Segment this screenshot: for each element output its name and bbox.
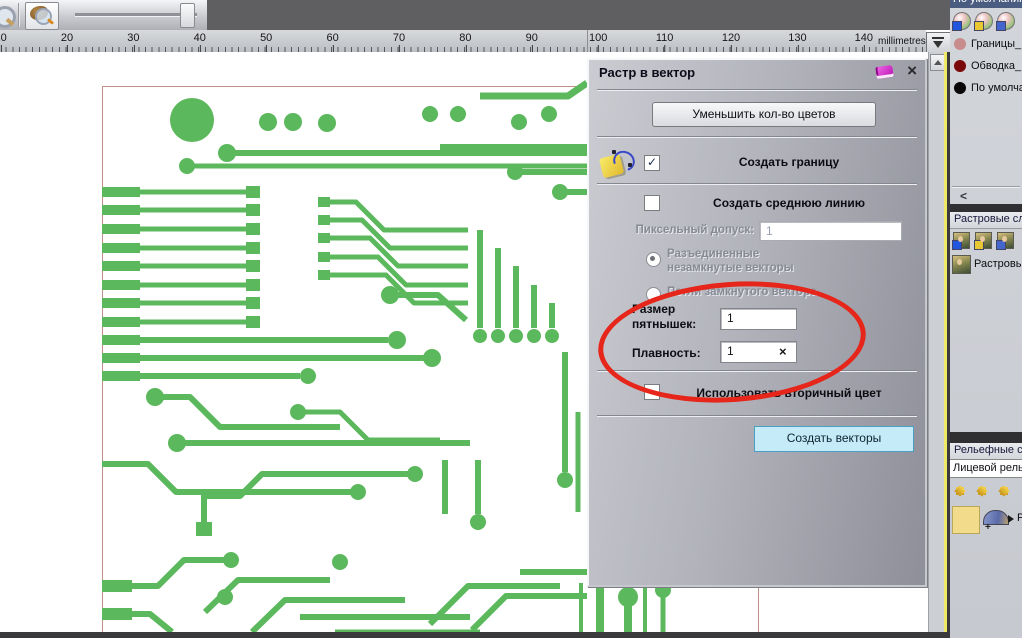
- create-boundary-checkbox[interactable]: ✓: [644, 155, 660, 171]
- vector-layer-row[interactable]: Обводка_: [950, 56, 1022, 77]
- chevron-up-icon: [934, 60, 942, 65]
- collapse-panel-button[interactable]: <: [960, 189, 967, 203]
- radio-disjoint-label-line1: Разъединенные: [667, 248, 760, 260]
- create-boundary-icon: [598, 147, 639, 181]
- vector-layer-toolbar: [950, 10, 1022, 32]
- chevron-down-icon: [933, 41, 943, 48]
- ruler-tick-label: 70: [392, 32, 406, 52]
- plus-badge-icon: [952, 21, 962, 31]
- raster-layers-header: Растровые сл: [950, 212, 1022, 229]
- close-icon[interactable]: ×: [907, 61, 917, 81]
- pixel-tolerance-label: Пиксельный допуск:: [635, 224, 755, 236]
- raster-layers-title: Растровые сл: [954, 213, 1022, 225]
- ruler-tick-label: 90: [525, 32, 538, 52]
- yellow-badge-icon: [974, 240, 984, 250]
- layer-color-dot: [954, 60, 966, 72]
- create-centerline-checkbox[interactable]: [644, 195, 660, 211]
- relief-layer-row[interactable]: + Р: [950, 506, 1022, 536]
- toolbar-separator: [18, 3, 20, 27]
- layer-label: Границы_: [971, 38, 1022, 50]
- raster-layer-tool-icon[interactable]: [996, 232, 1014, 250]
- plus-badge-icon: [952, 240, 962, 250]
- toolbar-empty-area: [207, 0, 950, 30]
- layer-color-dot: [954, 82, 966, 94]
- raster-thumbnail-icon: [952, 255, 971, 274]
- ruler-tick-label: 10: [0, 32, 7, 52]
- new-vector-layer-icon[interactable]: [952, 12, 971, 31]
- separator: [597, 89, 917, 91]
- active-layer-label: По умолчанию: [953, 0, 1022, 5]
- plus-icon: +: [985, 522, 991, 533]
- toolbar: [0, 0, 207, 31]
- ruler-tick-label: 110: [655, 32, 674, 52]
- separator: [597, 183, 917, 185]
- ruler-unit-label: millimetres: [878, 36, 926, 47]
- relief-layer-up-icon[interactable]: [976, 485, 988, 497]
- relief-layer-tool-icon[interactable]: [998, 485, 1010, 497]
- ruler-options-button[interactable]: [926, 32, 951, 53]
- panel-divider: [952, 186, 1020, 188]
- relief-layers-header: Рельефные с: [950, 443, 1022, 460]
- vector-layer-row[interactable]: Границы_: [950, 34, 1022, 55]
- new-relief-layer-icon[interactable]: [954, 485, 966, 497]
- dialog-title: Растр в вектор: [599, 65, 696, 80]
- relief-set-selector[interactable]: Лицевой рель: [950, 459, 1022, 478]
- layer-color-dot: [954, 38, 966, 50]
- help-book-icon[interactable]: [875, 64, 894, 80]
- ruler-tick-label: 100: [589, 32, 608, 52]
- vector-layer-tool-icon[interactable]: [996, 12, 1015, 31]
- vector-layer-row[interactable]: По умолча: [950, 78, 1022, 99]
- raster-layer-toolbar: [950, 230, 1022, 252]
- panel-dark-band: [950, 432, 1022, 443]
- ruler-position-mark: [587, 30, 588, 52]
- layer-label: Обводка_: [971, 60, 1022, 72]
- right-side-panels: По умолчанию Границы_ Обводка_ По умолча…: [950, 0, 1022, 638]
- radio-disjoint-open-vectors: [646, 252, 661, 267]
- pixel-tolerance-input: 1: [759, 221, 902, 241]
- relief-color-swatch[interactable]: [952, 506, 980, 534]
- blue-badge-icon: [996, 240, 1006, 250]
- create-centerline-label: Создать среднюю линию: [713, 196, 865, 210]
- zoom-slider-handle[interactable]: [180, 3, 195, 28]
- separator: [597, 415, 917, 417]
- relief-layer-label: Р: [1017, 512, 1022, 524]
- vector-layer-up-icon[interactable]: [974, 12, 993, 31]
- radio-disjoint-label-line2: незамкнутые векторы: [667, 262, 794, 274]
- ruler: millimetres 10 20 30 40 50 60 70 80 90 100 110 120 1…: [0, 30, 926, 53]
- relief-layer-toolbar: [950, 481, 1022, 503]
- ruler-tick-label: 20: [60, 32, 74, 52]
- layer-label: По умолча: [971, 82, 1022, 94]
- relief-set-label: Лицевой рель: [953, 462, 1022, 474]
- separator: [597, 136, 917, 138]
- ruler-tick-label: 140: [854, 32, 873, 52]
- raster-layer-row[interactable]: Растровь: [950, 254, 1022, 275]
- blue-badge-icon: [996, 21, 1006, 31]
- raster-layer-up-icon[interactable]: [974, 232, 992, 250]
- relief-layers-title: Рельефные с: [954, 444, 1022, 456]
- ruler-tick-label: 50: [260, 32, 273, 52]
- reduce-colors-button[interactable]: Уменьшить кол-во цветов: [652, 102, 876, 127]
- yellow-badge-icon: [974, 21, 984, 31]
- zoom-tool-button[interactable]: [25, 2, 59, 30]
- ruler-tick-label: 120: [721, 32, 741, 52]
- vertical-scrollbar[interactable]: [928, 52, 946, 638]
- ruler-tick-label: 60: [326, 32, 339, 52]
- zoom-slider-track[interactable]: [75, 13, 197, 17]
- create-boundary-label: Создать границу: [738, 155, 840, 169]
- ruler-options-bar: [932, 37, 944, 39]
- ruler-tick-label: 40: [193, 32, 206, 52]
- ruler-tick-label: 30: [127, 32, 140, 52]
- create-vectors-button[interactable]: Создать векторы: [754, 426, 914, 452]
- ruler-tick-label: 80: [459, 32, 472, 52]
- lens-handle-icon: [46, 18, 55, 25]
- ruler-tick-label: 130: [788, 32, 807, 52]
- active-layer-row-clipped[interactable]: По умолчанию: [950, 0, 1022, 8]
- app-window: millimetres 10 20 30 40 50 60 70 80 90 100 110 120 1…: [0, 0, 1022, 638]
- raster-layer-label: Растровь: [974, 258, 1022, 270]
- bottom-edge-strip: [0, 632, 947, 638]
- expand-arrow-icon[interactable]: [1008, 515, 1014, 523]
- new-raster-layer-icon[interactable]: [952, 232, 970, 250]
- panel-dark-band: [950, 204, 1022, 212]
